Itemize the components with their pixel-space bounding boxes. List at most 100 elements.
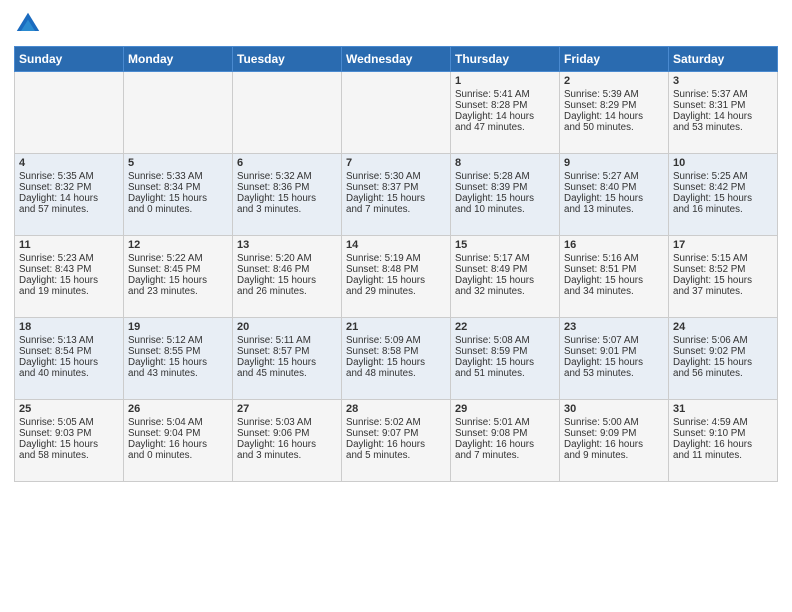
day-cell: 14Sunrise: 5:19 AMSunset: 8:48 PMDayligh…	[342, 236, 451, 318]
day-number: 25	[19, 403, 119, 415]
day-info: Sunrise: 5:28 AM	[455, 171, 555, 182]
day-number: 1	[455, 75, 555, 87]
day-cell: 8Sunrise: 5:28 AMSunset: 8:39 PMDaylight…	[451, 154, 560, 236]
day-number: 27	[237, 403, 337, 415]
day-number: 19	[128, 321, 228, 333]
day-cell: 30Sunrise: 5:00 AMSunset: 9:09 PMDayligh…	[560, 400, 669, 482]
day-number: 5	[128, 157, 228, 169]
day-info: Sunrise: 5:07 AM	[564, 335, 664, 346]
calendar-table: SundayMondayTuesdayWednesdayThursdayFrid…	[14, 46, 778, 482]
day-info: and 0 minutes.	[128, 204, 228, 215]
day-number: 2	[564, 75, 664, 87]
day-info: Sunrise: 5:05 AM	[19, 417, 119, 428]
day-info: Sunset: 8:59 PM	[455, 346, 555, 357]
day-info: Sunrise: 5:04 AM	[128, 417, 228, 428]
day-info: Daylight: 15 hours	[237, 275, 337, 286]
day-info: Daylight: 14 hours	[673, 111, 773, 122]
day-cell: 29Sunrise: 5:01 AMSunset: 9:08 PMDayligh…	[451, 400, 560, 482]
day-cell: 17Sunrise: 5:15 AMSunset: 8:52 PMDayligh…	[669, 236, 778, 318]
day-cell: 9Sunrise: 5:27 AMSunset: 8:40 PMDaylight…	[560, 154, 669, 236]
day-cell: 13Sunrise: 5:20 AMSunset: 8:46 PMDayligh…	[233, 236, 342, 318]
day-cell: 7Sunrise: 5:30 AMSunset: 8:37 PMDaylight…	[342, 154, 451, 236]
day-cell: 3Sunrise: 5:37 AMSunset: 8:31 PMDaylight…	[669, 72, 778, 154]
day-cell: 22Sunrise: 5:08 AMSunset: 8:59 PMDayligh…	[451, 318, 560, 400]
week-row-3: 11Sunrise: 5:23 AMSunset: 8:43 PMDayligh…	[15, 236, 778, 318]
day-info: Sunset: 8:45 PM	[128, 264, 228, 275]
day-number: 30	[564, 403, 664, 415]
day-info: and 53 minutes.	[673, 122, 773, 133]
day-info: Sunset: 9:01 PM	[564, 346, 664, 357]
day-info: and 3 minutes.	[237, 204, 337, 215]
day-info: Sunset: 9:08 PM	[455, 428, 555, 439]
day-info: Sunrise: 5:30 AM	[346, 171, 446, 182]
day-info: Daylight: 15 hours	[564, 357, 664, 368]
day-info: Daylight: 16 hours	[128, 439, 228, 450]
day-info: Sunset: 8:43 PM	[19, 264, 119, 275]
day-info: Sunset: 9:02 PM	[673, 346, 773, 357]
day-info: and 10 minutes.	[455, 204, 555, 215]
day-info: Sunrise: 5:27 AM	[564, 171, 664, 182]
page-container: SundayMondayTuesdayWednesdayThursdayFrid…	[0, 0, 792, 488]
day-number: 21	[346, 321, 446, 333]
week-row-1: 1Sunrise: 5:41 AMSunset: 8:28 PMDaylight…	[15, 72, 778, 154]
day-info: Sunrise: 5:39 AM	[564, 89, 664, 100]
day-info: Sunrise: 5:13 AM	[19, 335, 119, 346]
day-info: and 13 minutes.	[564, 204, 664, 215]
day-info: Sunrise: 5:33 AM	[128, 171, 228, 182]
day-info: Sunset: 9:04 PM	[128, 428, 228, 439]
day-number: 26	[128, 403, 228, 415]
day-cell: 21 Sunrise: 5:09 AMSunset: 8:58 PMDayligh…	[342, 318, 451, 400]
week-row-5: 25Sunrise: 5:05 AMSunset: 9:03 PMDayligh…	[15, 400, 778, 482]
day-number: 3	[673, 75, 773, 87]
day-info: and 19 minutes.	[19, 286, 119, 297]
day-info: Daylight: 15 hours	[564, 275, 664, 286]
day-cell: 12Sunrise: 5:22 AMSunset: 8:45 PMDayligh…	[124, 236, 233, 318]
day-info: Sunset: 8:58 PM	[346, 346, 446, 357]
day-info: Daylight: 16 hours	[455, 439, 555, 450]
day-cell: 20Sunrise: 5:11 AMSunset: 8:57 PMDayligh…	[233, 318, 342, 400]
day-info: and 11 minutes.	[673, 450, 773, 461]
day-number: 9	[564, 157, 664, 169]
day-info: Sunset: 8:34 PM	[128, 182, 228, 193]
day-info: Sunrise: 5:12 AM	[128, 335, 228, 346]
day-info: Sunset: 8:39 PM	[455, 182, 555, 193]
day-cell	[233, 72, 342, 154]
day-info: and 23 minutes.	[128, 286, 228, 297]
day-number: 11	[19, 239, 119, 251]
day-info: Daylight: 14 hours	[564, 111, 664, 122]
day-info: Sunrise: 5:09 AM	[346, 335, 446, 346]
day-number: 16	[564, 239, 664, 251]
day-cell: 18Sunrise: 5:13 AMSunset: 8:54 PMDayligh…	[15, 318, 124, 400]
day-info: Daylight: 15 hours	[128, 275, 228, 286]
day-info: Daylight: 15 hours	[346, 275, 446, 286]
day-info: and 32 minutes.	[455, 286, 555, 297]
day-info: and 51 minutes.	[455, 368, 555, 379]
day-info: Sunrise: 5:25 AM	[673, 171, 773, 182]
day-number: 29	[455, 403, 555, 415]
day-number: 28	[346, 403, 446, 415]
day-info: Sunset: 8:52 PM	[673, 264, 773, 275]
day-info: and 16 minutes.	[673, 204, 773, 215]
header-cell-sunday: Sunday	[15, 47, 124, 72]
day-cell: 26 Sunrise: 5:04 AMSunset: 9:04 PMDayligh…	[124, 400, 233, 482]
day-info: and 58 minutes.	[19, 450, 119, 461]
day-info: Daylight: 15 hours	[564, 193, 664, 204]
day-info: Daylight: 15 hours	[346, 357, 446, 368]
day-number: 6	[237, 157, 337, 169]
day-info: Sunrise: 5:22 AM	[128, 253, 228, 264]
day-cell	[15, 72, 124, 154]
day-info: Sunrise: 5:37 AM	[673, 89, 773, 100]
day-info: Sunset: 8:51 PM	[564, 264, 664, 275]
day-info: Sunrise: 5:11 AM	[237, 335, 337, 346]
day-info: and 29 minutes.	[346, 286, 446, 297]
day-number: 17	[673, 239, 773, 251]
day-info: Daylight: 15 hours	[19, 439, 119, 450]
day-cell: 19Sunrise: 5:12 AMSunset: 8:55 PMDayligh…	[124, 318, 233, 400]
day-cell	[124, 72, 233, 154]
day-info: Sunrise: 5:08 AM	[455, 335, 555, 346]
day-info: Daylight: 15 hours	[455, 275, 555, 286]
day-info: and 9 minutes.	[564, 450, 664, 461]
header	[14, 10, 778, 38]
day-info: Sunrise: 5:32 AM	[237, 171, 337, 182]
day-cell: 31Sunrise: 4:59 AMSunset: 9:10 PMDayligh…	[669, 400, 778, 482]
